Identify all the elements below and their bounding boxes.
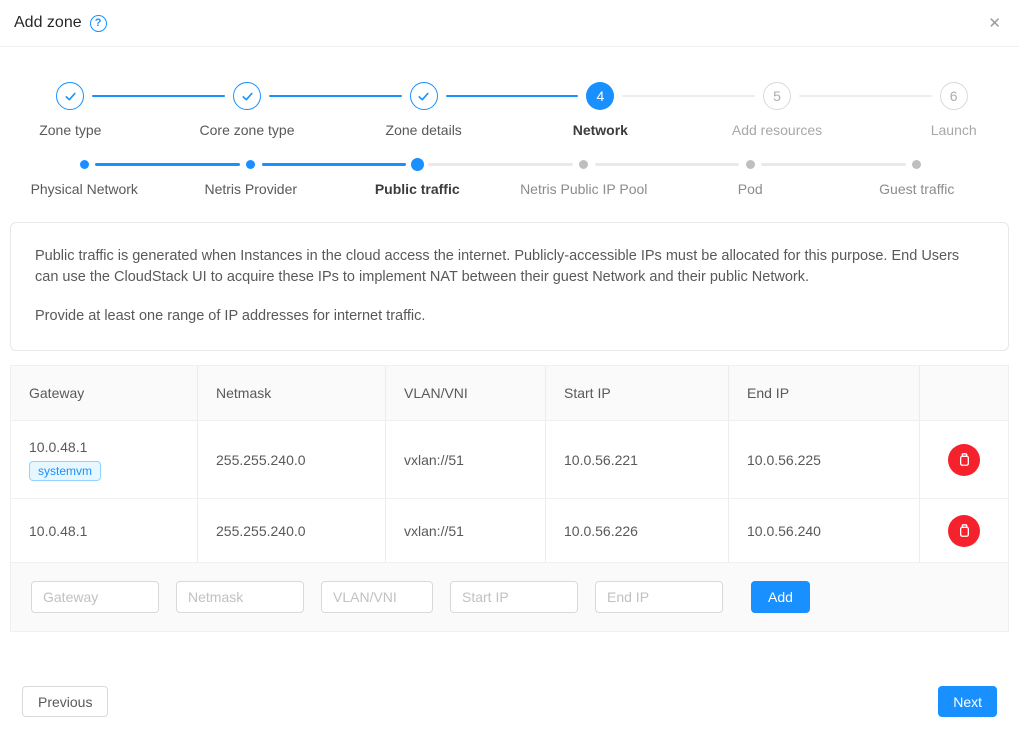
- step-dot-icon: [411, 158, 424, 171]
- step-dot-icon: [246, 160, 255, 169]
- end-ip-input[interactable]: [595, 581, 723, 613]
- add-range-button[interactable]: Add: [751, 581, 810, 613]
- check-icon: [233, 82, 261, 110]
- substep-label: Netris Provider: [204, 181, 297, 198]
- public-traffic-info-box: Public traffic is generated when Instanc…: [10, 222, 1009, 351]
- table-row: 10.0.48.1 255.255.240.0 vxlan://51 10.0.…: [11, 499, 1008, 563]
- step-label: Network: [573, 122, 628, 139]
- substep-pod: Pod: [667, 157, 834, 198]
- step-dot-icon: [746, 160, 755, 169]
- add-range-form: Add: [11, 563, 1008, 631]
- substep-label: Pod: [738, 181, 763, 198]
- netmask-cell: 255.255.240.0: [198, 499, 386, 562]
- systemvm-tag: systemvm: [29, 461, 101, 481]
- step-launch: 6 Launch: [865, 82, 1019, 139]
- actions-cell: [920, 421, 1008, 498]
- start-ip-input[interactable]: [450, 581, 578, 613]
- column-header-vlan: VLAN/VNI: [386, 366, 546, 420]
- close-icon[interactable]: ✕: [984, 10, 1005, 36]
- step-add-resources: 5 Add resources: [689, 82, 866, 139]
- substep-netris-public-ip-pool: Netris Public IP Pool: [501, 157, 668, 198]
- substep-physical-network: Physical Network: [1, 157, 168, 198]
- substep-netris-provider: Netris Provider: [168, 157, 335, 198]
- step-core-zone-type: Core zone type: [159, 82, 336, 139]
- vlan-cell: vxlan://51: [386, 499, 546, 562]
- check-icon: [410, 82, 438, 110]
- netmask-input[interactable]: [176, 581, 304, 613]
- step-network: 4 Network: [512, 82, 689, 139]
- actions-cell: [920, 499, 1008, 562]
- step-dot-icon: [912, 160, 921, 169]
- gateway-input[interactable]: [31, 581, 159, 613]
- trash-icon: [957, 523, 972, 538]
- vlan-input[interactable]: [321, 581, 433, 613]
- delete-row-button[interactable]: [948, 444, 980, 476]
- start-ip-cell: 10.0.56.221: [546, 421, 729, 498]
- step-dot-icon: [579, 160, 588, 169]
- step-label: Core zone type: [200, 122, 295, 139]
- table-header-row: Gateway Netmask VLAN/VNI Start IP End IP: [11, 366, 1008, 421]
- start-ip-cell: 10.0.56.226: [546, 499, 729, 562]
- gateway-value: 10.0.48.1: [29, 439, 87, 455]
- previous-button[interactable]: Previous: [22, 686, 108, 717]
- substep-label: Physical Network: [31, 181, 138, 198]
- step-label: Zone details: [386, 122, 462, 139]
- step-label: Zone type: [39, 122, 101, 139]
- modal-header: Add zone ? ✕: [0, 0, 1019, 47]
- wizard-steps: Zone type Core zone type Zone details 4 …: [0, 82, 1019, 139]
- step-zone-type: Zone type: [0, 82, 159, 139]
- delete-row-button[interactable]: [948, 515, 980, 547]
- table-row: 10.0.48.1 systemvm 255.255.240.0 vxlan:/…: [11, 421, 1008, 499]
- step-label: Add resources: [732, 122, 822, 139]
- netmask-cell: 255.255.240.0: [198, 421, 386, 498]
- modal-footer: Previous Next: [10, 686, 1009, 717]
- check-icon: [56, 82, 84, 110]
- gateway-cell: 10.0.48.1 systemvm: [11, 421, 198, 498]
- info-paragraph: Public traffic is generated when Instanc…: [35, 246, 984, 288]
- substep-label: Netris Public IP Pool: [520, 181, 647, 198]
- column-header-start-ip: Start IP: [546, 366, 729, 420]
- ip-range-table: Gateway Netmask VLAN/VNI Start IP End IP…: [10, 365, 1009, 632]
- vlan-cell: vxlan://51: [386, 421, 546, 498]
- modal-body: Zone type Core zone type Zone details 4 …: [0, 82, 1019, 717]
- step-number: 5: [763, 82, 791, 110]
- gateway-cell: 10.0.48.1: [11, 499, 198, 562]
- column-header-netmask: Netmask: [198, 366, 386, 420]
- substep-guest-traffic: Guest traffic: [834, 157, 1001, 198]
- step-zone-details: Zone details: [335, 82, 512, 139]
- column-header-actions: [920, 366, 1008, 420]
- step-label: Launch: [931, 122, 977, 139]
- next-button[interactable]: Next: [938, 686, 997, 717]
- substep-label: Guest traffic: [879, 181, 954, 198]
- column-header-end-ip: End IP: [729, 366, 920, 420]
- network-substeps: Physical Network Netris Provider Public …: [1, 157, 1000, 198]
- help-icon[interactable]: ?: [90, 15, 107, 32]
- end-ip-cell: 10.0.56.225: [729, 421, 920, 498]
- modal-title: Add zone: [14, 14, 82, 32]
- trash-icon: [957, 452, 972, 467]
- substep-label: Public traffic: [375, 181, 460, 198]
- substep-public-traffic: Public traffic: [334, 157, 501, 198]
- step-dot-icon: [80, 160, 89, 169]
- info-paragraph: Provide at least one range of IP address…: [35, 306, 984, 327]
- step-number: 6: [940, 82, 968, 110]
- end-ip-cell: 10.0.56.240: [729, 499, 920, 562]
- step-number: 4: [586, 82, 614, 110]
- column-header-gateway: Gateway: [11, 366, 198, 420]
